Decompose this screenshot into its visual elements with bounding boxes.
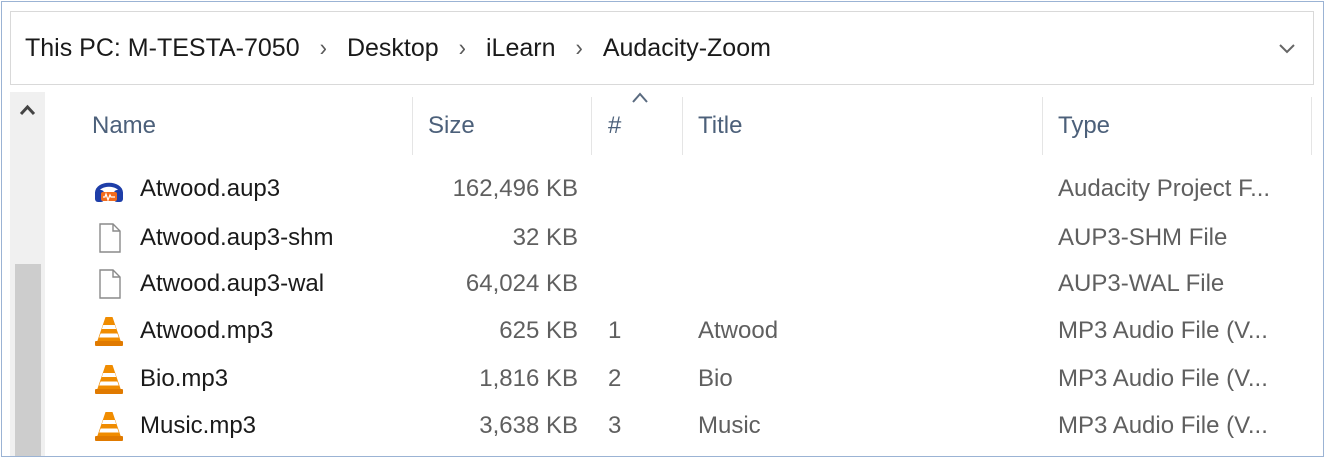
vertical-scrollbar[interactable] bbox=[10, 92, 45, 456]
file-name: Atwood.aup3-wal bbox=[140, 270, 325, 297]
file-size: 162,496 KB bbox=[452, 175, 578, 202]
track-number: 1 bbox=[608, 317, 622, 344]
blank-file-icon bbox=[99, 269, 121, 299]
file-type: MP3 Audio File (V... bbox=[1058, 412, 1268, 439]
column-header-type-label: Type bbox=[1058, 112, 1111, 139]
column-divider[interactable] bbox=[591, 97, 592, 155]
column-header-title[interactable]: Title bbox=[698, 94, 1038, 158]
file-size: 3,638 KB bbox=[479, 412, 578, 439]
file-name: Atwood.aup3 bbox=[140, 175, 281, 202]
file-row[interactable]: Atwood.aup3-wal 64,024 KB AUP3-WAL File bbox=[52, 261, 1314, 307]
breadcrumb-separator-icon[interactable]: › bbox=[320, 34, 327, 63]
blank-file-icon bbox=[99, 223, 121, 253]
track-title: Music bbox=[698, 412, 761, 439]
file-type: AUP3-WAL File bbox=[1058, 270, 1225, 297]
column-header-title-label: Title bbox=[698, 112, 743, 139]
audacity-icon bbox=[95, 182, 123, 202]
column-header-number-label: # bbox=[608, 112, 622, 139]
file-size: 32 KB bbox=[512, 224, 578, 251]
breadcrumb-ilearn[interactable]: iLearn bbox=[486, 34, 556, 63]
scroll-up-arrow-icon[interactable] bbox=[10, 92, 45, 128]
breadcrumb-desktop[interactable]: Desktop bbox=[347, 34, 439, 63]
file-type: Audacity Project F... bbox=[1058, 175, 1271, 202]
address-bar[interactable]: This PC: M-TESTA-7050 › Desktop › iLearn… bbox=[10, 11, 1314, 85]
file-name: Music.mp3 bbox=[140, 412, 257, 439]
track-number: 2 bbox=[608, 365, 622, 392]
file-row[interactable]: Atwood.mp3 625 KB 1 Atwood MP3 Audio Fil… bbox=[52, 308, 1314, 354]
sort-ascending-icon bbox=[632, 92, 648, 103]
chevron-down-icon[interactable] bbox=[1275, 36, 1299, 60]
file-type: AUP3-SHM File bbox=[1058, 224, 1228, 251]
file-name: Atwood.aup3-shm bbox=[140, 224, 334, 251]
file-row[interactable]: Atwood.aup3-shm 32 KB AUP3-SHM File bbox=[52, 215, 1314, 261]
column-header-name[interactable]: Name bbox=[92, 94, 412, 158]
file-name: Atwood.mp3 bbox=[140, 317, 274, 344]
vlc-cone-icon bbox=[95, 412, 123, 441]
column-header-name-label: Name bbox=[92, 112, 157, 139]
breadcrumb: This PC: M-TESTA-7050 › Desktop › iLearn… bbox=[25, 12, 771, 84]
file-row[interactable]: Atwood.aup3 162,496 KB Audacity Project … bbox=[52, 166, 1314, 212]
file-size: 625 KB bbox=[499, 317, 578, 344]
column-header-size-label: Size bbox=[428, 112, 475, 139]
column-header-size[interactable]: Size bbox=[428, 94, 588, 158]
file-type: MP3 Audio File (V... bbox=[1058, 317, 1268, 344]
breadcrumb-this-pc[interactable]: This PC: M-TESTA-7050 bbox=[25, 34, 300, 63]
file-size: 1,816 KB bbox=[479, 365, 578, 392]
scrollbar-thumb[interactable] bbox=[15, 264, 41, 456]
column-divider[interactable] bbox=[412, 97, 413, 155]
file-explorer-window: This PC: M-TESTA-7050 › Desktop › iLearn… bbox=[1, 1, 1324, 457]
file-row[interactable]: Bio.mp3 1,816 KB 2 Bio MP3 Audio File (V… bbox=[52, 356, 1314, 402]
vlc-cone-icon bbox=[95, 365, 123, 394]
column-divider[interactable] bbox=[1311, 97, 1312, 155]
track-title: Atwood bbox=[698, 317, 779, 344]
track-title: Bio bbox=[698, 365, 733, 392]
breadcrumb-audacity-zoom[interactable]: Audacity-Zoom bbox=[603, 34, 771, 63]
file-type: MP3 Audio File (V... bbox=[1058, 365, 1268, 392]
column-divider[interactable] bbox=[1042, 97, 1043, 155]
column-header-type[interactable]: Type bbox=[1058, 94, 1308, 158]
file-name: Bio.mp3 bbox=[140, 365, 229, 392]
file-size: 64,024 KB bbox=[465, 270, 578, 297]
column-divider[interactable] bbox=[682, 97, 683, 155]
breadcrumb-separator-icon[interactable]: › bbox=[459, 34, 466, 63]
vlc-cone-icon bbox=[95, 317, 123, 346]
breadcrumb-separator-icon[interactable]: › bbox=[575, 34, 582, 63]
track-number: 3 bbox=[608, 412, 622, 439]
file-row[interactable]: Music.mp3 3,638 KB 3 Music MP3 Audio Fil… bbox=[52, 403, 1314, 449]
